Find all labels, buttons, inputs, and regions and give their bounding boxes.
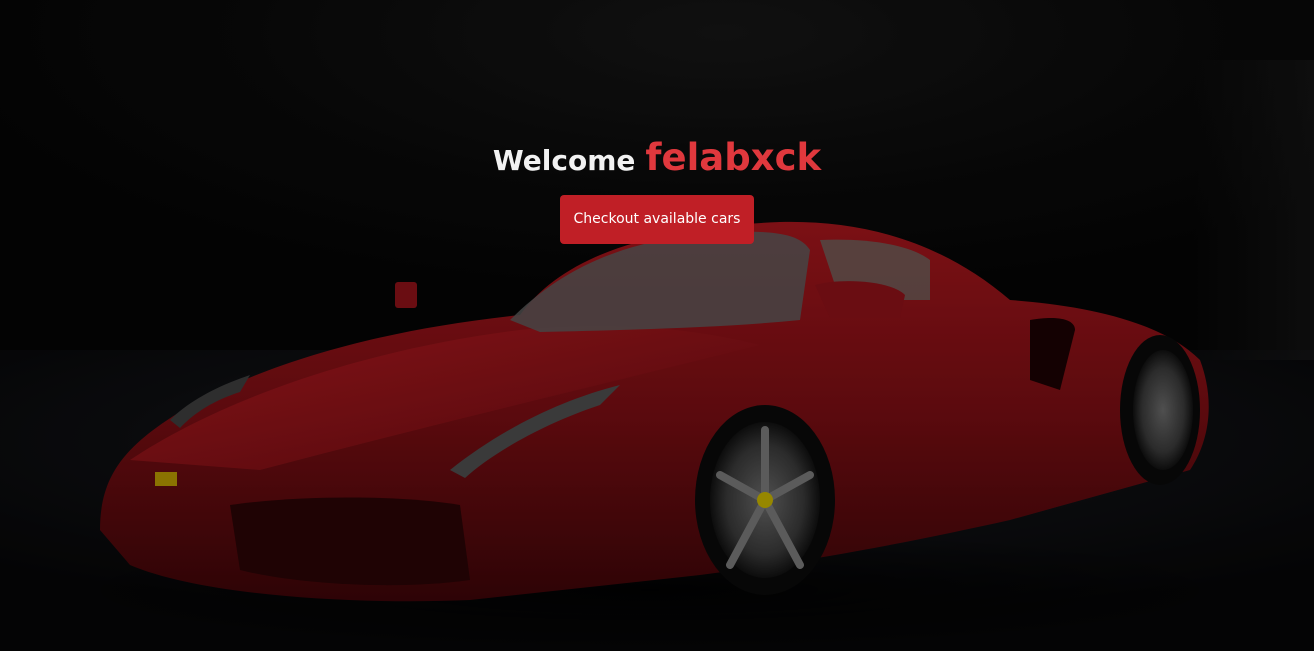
dark-overlay — [0, 0, 1314, 651]
checkout-cars-button[interactable]: Checkout available cars — [559, 195, 755, 244]
username: felabxck — [645, 136, 822, 179]
hero-section: Welcome felabxck Checkout available cars — [0, 0, 1314, 651]
welcome-text: Welcome — [492, 144, 636, 177]
hero-content: Welcome felabxck Checkout available cars — [0, 133, 1314, 244]
welcome-heading: Welcome felabxck — [493, 133, 821, 186]
